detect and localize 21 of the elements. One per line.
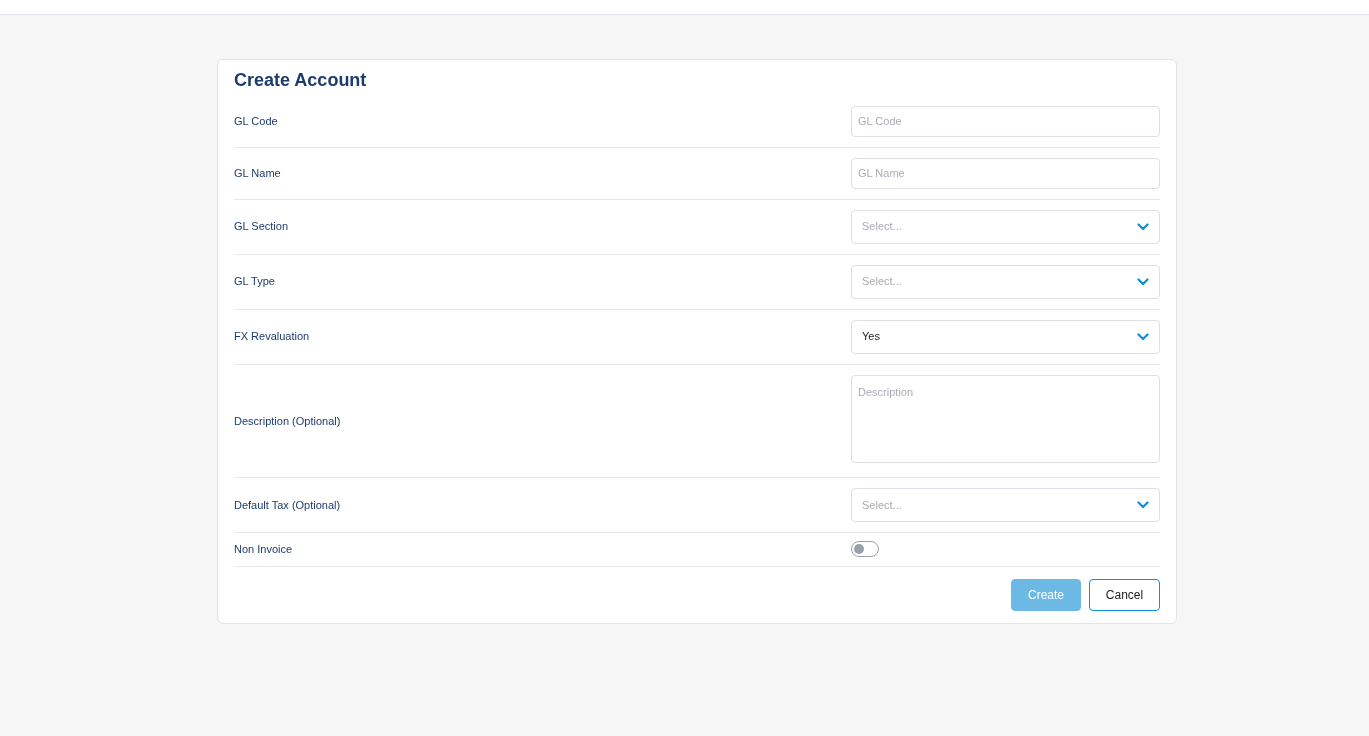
select-dropdown[interactable]: Select... <box>851 488 1160 523</box>
text-field[interactable]: GL Name <box>851 157 1160 189</box>
field-label: Non Invoice <box>234 542 294 558</box>
field-label: GL Name <box>234 165 282 181</box>
field-label: GL Code <box>234 113 279 129</box>
select-dropdown[interactable]: Yes <box>851 319 1160 354</box>
select-dropdown[interactable]: Select... <box>851 264 1160 299</box>
cancel-button[interactable]: Cancel <box>1089 578 1160 611</box>
chevron-down-icon <box>1137 222 1149 231</box>
select-dropdown[interactable]: Select... <box>851 209 1160 244</box>
field-label: Description (Optional) <box>234 413 342 429</box>
field-label: FX Revaluation <box>234 329 311 345</box>
chevron-down-icon <box>1137 332 1149 341</box>
field-label: GL Section <box>234 219 289 235</box>
text-field[interactable]: GL Code <box>851 105 1160 137</box>
chevron-down-icon <box>1137 501 1149 510</box>
description-field[interactable]: Description <box>851 374 1160 463</box>
form-title: Create Account <box>234 70 368 92</box>
field-label: Default Tax (Optional) <box>234 497 342 513</box>
chevron-down-icon <box>1137 277 1149 286</box>
field-label: GL Type <box>234 274 276 290</box>
